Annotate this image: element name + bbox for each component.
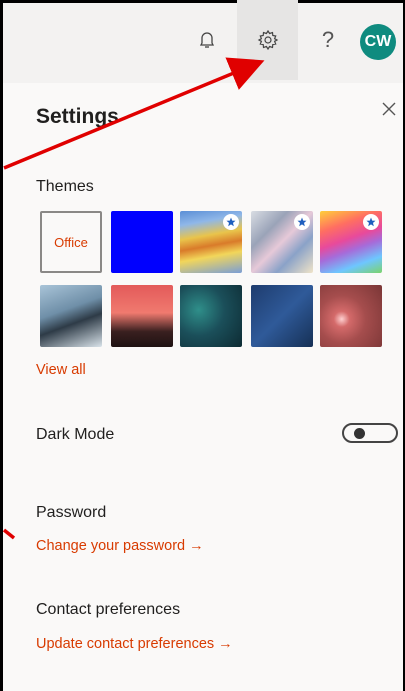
arrow-fragment [2,528,16,540]
arrow-to-settings [3,57,265,170]
annotation-arrows [2,57,265,540]
